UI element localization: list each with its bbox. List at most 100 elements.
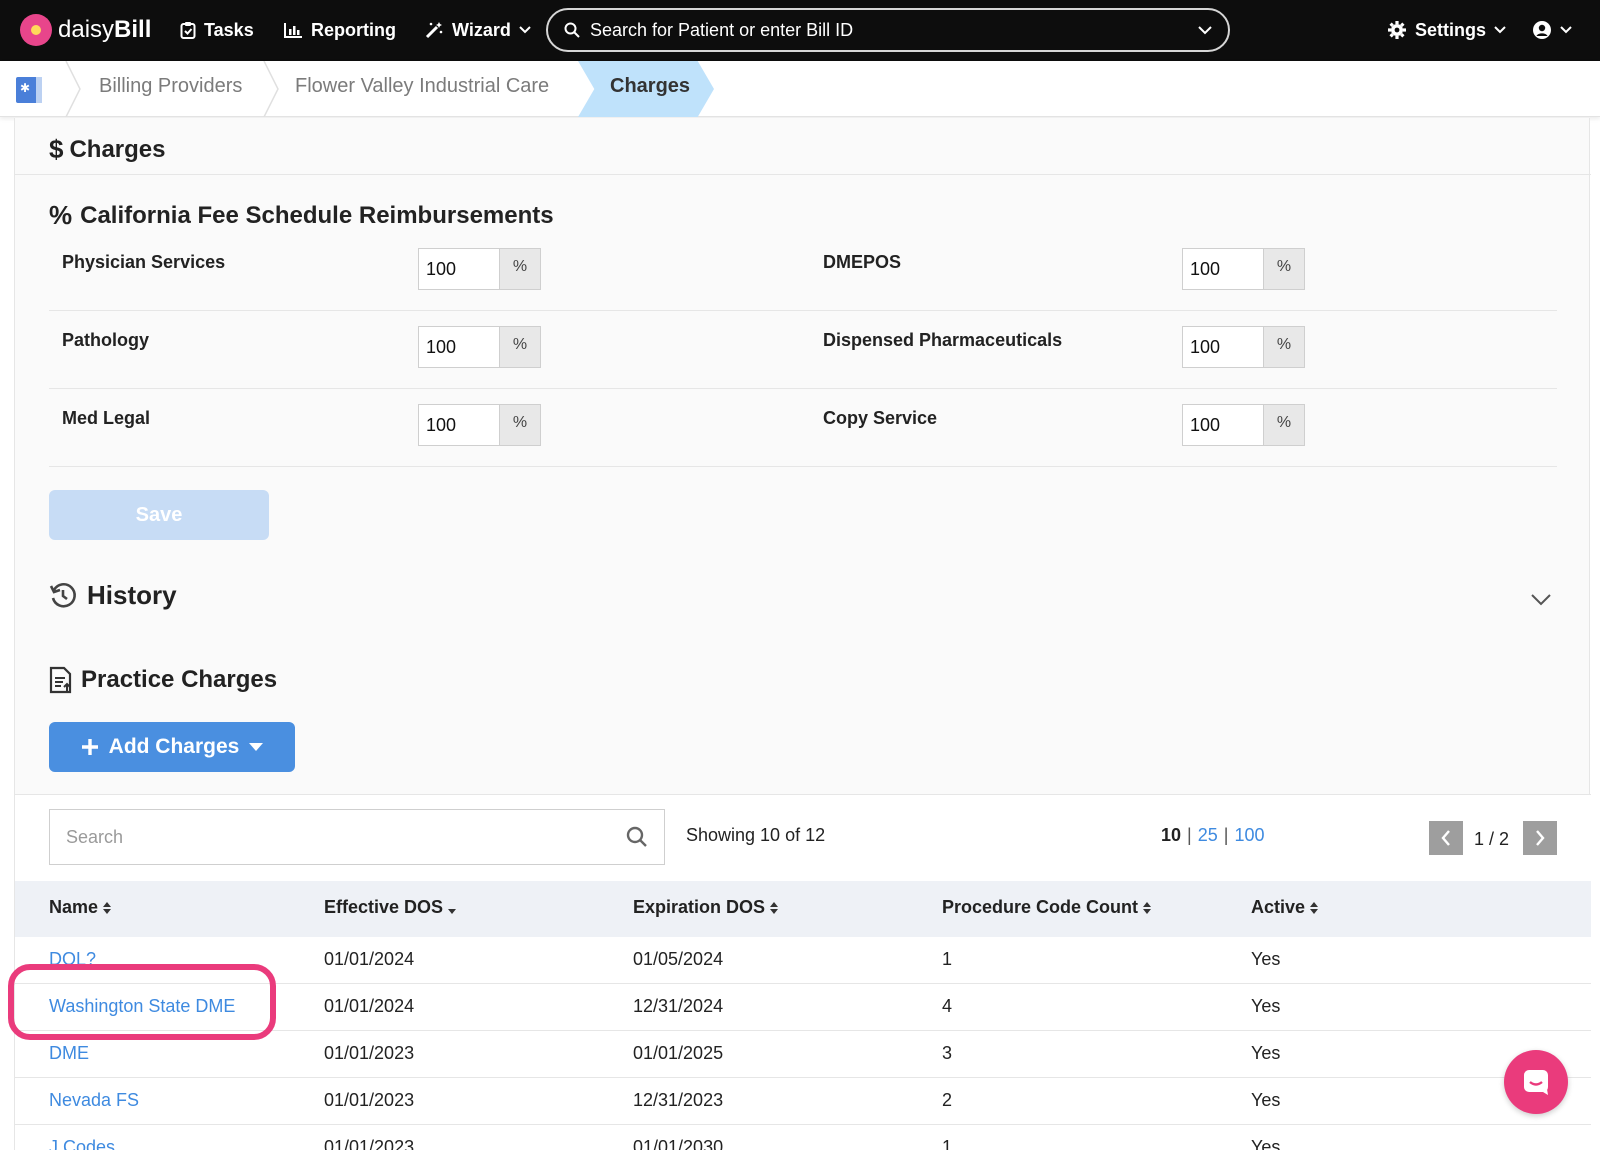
med-legal-input[interactable]: 100 bbox=[418, 404, 500, 446]
copy-service-input[interactable]: 100 bbox=[1182, 404, 1264, 446]
history-heading[interactable]: History bbox=[49, 580, 177, 611]
effective-dos-cell: 01/01/2023 bbox=[324, 1090, 415, 1110]
chevron-down-icon[interactable] bbox=[1198, 25, 1212, 35]
charges-heading: $ Charges bbox=[49, 134, 166, 165]
active-cell: Yes bbox=[1251, 996, 1281, 1016]
history-title: History bbox=[87, 580, 177, 610]
column-header-expiration-dos[interactable]: Expiration DOS bbox=[633, 897, 779, 918]
breadcrumb-current-label: Charges bbox=[610, 75, 691, 97]
brand[interactable]: daisyBill bbox=[20, 13, 151, 47]
percent-addon: % bbox=[499, 248, 541, 290]
charges-title: Charges bbox=[69, 135, 166, 163]
charge-name-link[interactable]: DME bbox=[49, 1043, 89, 1064]
caret-down-icon bbox=[249, 743, 264, 751]
plus-icon bbox=[81, 739, 98, 755]
sort-icon bbox=[103, 901, 112, 914]
column-header-name[interactable]: Name bbox=[49, 897, 112, 918]
expiration-dos-cell: 12/31/2023 bbox=[633, 1090, 724, 1110]
procedure-count-cell: 1 bbox=[942, 1137, 953, 1150]
document-list-icon bbox=[49, 666, 72, 694]
breadcrumb-practice[interactable]: Flower Valley Industrial Care bbox=[295, 75, 549, 98]
breadcrumb-billing-providers[interactable]: Billing Providers bbox=[99, 75, 242, 98]
gear-icon bbox=[1388, 21, 1406, 39]
chat-launcher-button[interactable] bbox=[1504, 1050, 1568, 1114]
search-icon[interactable] bbox=[626, 826, 648, 848]
nav-tasks-label: Tasks bbox=[204, 19, 254, 40]
active-cell: Yes bbox=[1251, 1137, 1281, 1150]
per-page-separator: | bbox=[1187, 825, 1192, 845]
provider-home-icon[interactable]: ✱ bbox=[16, 77, 42, 103]
nav-reporting[interactable]: Reporting bbox=[283, 16, 396, 44]
expiration-dos-cell: 12/31/2024 bbox=[633, 996, 724, 1016]
dmepos-input[interactable]: 100 bbox=[1182, 248, 1264, 290]
percent-addon: % bbox=[1263, 248, 1305, 290]
fee-label-dmepos: DMEPOS bbox=[823, 252, 902, 272]
dispensed-pharmaceuticals-input[interactable]: 100 bbox=[1182, 326, 1264, 368]
user-menu[interactable] bbox=[1532, 16, 1572, 44]
page-indicator: 1 / 2 bbox=[1474, 829, 1510, 849]
column-header-procedure-code-count[interactable]: Procedure Code Count bbox=[942, 897, 1152, 918]
search-icon bbox=[564, 22, 580, 38]
table-row: Nevada FS 01/01/2023 12/31/2023 2 Yes bbox=[15, 1078, 1591, 1125]
procedure-count-cell: 2 bbox=[942, 1090, 953, 1110]
procedure-count-cell: 1 bbox=[942, 949, 953, 969]
active-cell: Yes bbox=[1251, 1090, 1281, 1110]
nav-wizard[interactable]: Wizard bbox=[424, 16, 531, 44]
column-header-label: Effective DOS bbox=[324, 897, 444, 917]
charge-name-link[interactable]: J Codes bbox=[49, 1137, 115, 1150]
daisy-logo-icon bbox=[20, 14, 52, 46]
percent-addon: % bbox=[499, 326, 541, 368]
per-page-option-100[interactable]: 100 bbox=[1234, 825, 1264, 846]
pathology-input[interactable]: 100 bbox=[418, 326, 500, 368]
column-header-effective-dos[interactable]: Effective DOS bbox=[324, 897, 457, 918]
fee-label-pathology: Pathology bbox=[62, 330, 150, 350]
percent-addon: % bbox=[1263, 326, 1305, 368]
fee-schedule-title: California Fee Schedule Reimbursements bbox=[80, 201, 554, 229]
physician-services-input[interactable]: 100 bbox=[418, 248, 500, 290]
chevron-left-icon bbox=[1441, 830, 1450, 846]
active-cell: Yes bbox=[1251, 949, 1281, 969]
practice-charges-heading: Practice Charges bbox=[49, 666, 277, 694]
sort-icon bbox=[770, 901, 779, 914]
patient-search-placeholder: Search for Patient or enter Bill ID bbox=[590, 19, 854, 40]
chevron-right-icon bbox=[1536, 830, 1545, 846]
per-page-selector: 10 | 25 | 100 bbox=[1161, 825, 1264, 846]
patient-search-input[interactable]: Search for Patient or enter Bill ID bbox=[546, 8, 1230, 52]
percent-addon: % bbox=[499, 404, 541, 446]
fee-label-dispensed-pharmaceuticals: Dispensed Pharmaceuticals bbox=[823, 330, 1063, 350]
fee-label-med-legal: Med Legal bbox=[62, 408, 151, 428]
save-button[interactable]: Save bbox=[49, 490, 269, 540]
per-page-option-25[interactable]: 25 bbox=[1198, 825, 1218, 846]
prev-page-button[interactable] bbox=[1429, 821, 1463, 855]
procedure-count-cell: 4 bbox=[942, 996, 953, 1016]
sort-icon bbox=[1310, 901, 1319, 914]
clipboard-check-icon bbox=[180, 22, 196, 39]
effective-dos-cell: 01/01/2023 bbox=[324, 1043, 415, 1063]
next-page-button[interactable] bbox=[1523, 821, 1557, 855]
column-header-active[interactable]: Active bbox=[1251, 897, 1319, 918]
divider bbox=[49, 466, 1557, 467]
nav-wizard-label: Wizard bbox=[452, 19, 511, 40]
nav-tasks[interactable]: Tasks bbox=[180, 16, 254, 44]
per-page-current: 10 bbox=[1161, 825, 1182, 845]
breadcrumb-separator-icon bbox=[65, 61, 81, 117]
column-header-label: Name bbox=[49, 897, 99, 917]
breadcrumb: ✱ Billing Providers Flower Valley Indust… bbox=[0, 61, 1600, 117]
chevron-down-icon bbox=[519, 26, 531, 34]
chevron-down-icon bbox=[1560, 26, 1572, 34]
add-charges-button[interactable]: Add Charges bbox=[49, 722, 295, 772]
active-cell: Yes bbox=[1251, 1043, 1281, 1063]
table-search-placeholder: Search bbox=[66, 826, 124, 847]
nav-settings-label: Settings bbox=[1415, 19, 1487, 40]
procedure-count-cell: 3 bbox=[942, 1043, 953, 1063]
highlight-annotation bbox=[8, 964, 276, 1040]
table-search-input[interactable]: Search bbox=[49, 809, 665, 865]
percent-addon: % bbox=[1263, 404, 1305, 446]
chevron-down-icon bbox=[1494, 26, 1506, 34]
nav-settings[interactable]: Settings bbox=[1387, 16, 1506, 44]
history-icon bbox=[49, 582, 76, 607]
charge-name-link[interactable]: Nevada FS bbox=[49, 1090, 139, 1111]
chevron-down-icon[interactable] bbox=[1531, 594, 1551, 606]
bar-chart-icon bbox=[284, 23, 302, 38]
showing-count: Showing 10 of 12 bbox=[686, 825, 826, 845]
